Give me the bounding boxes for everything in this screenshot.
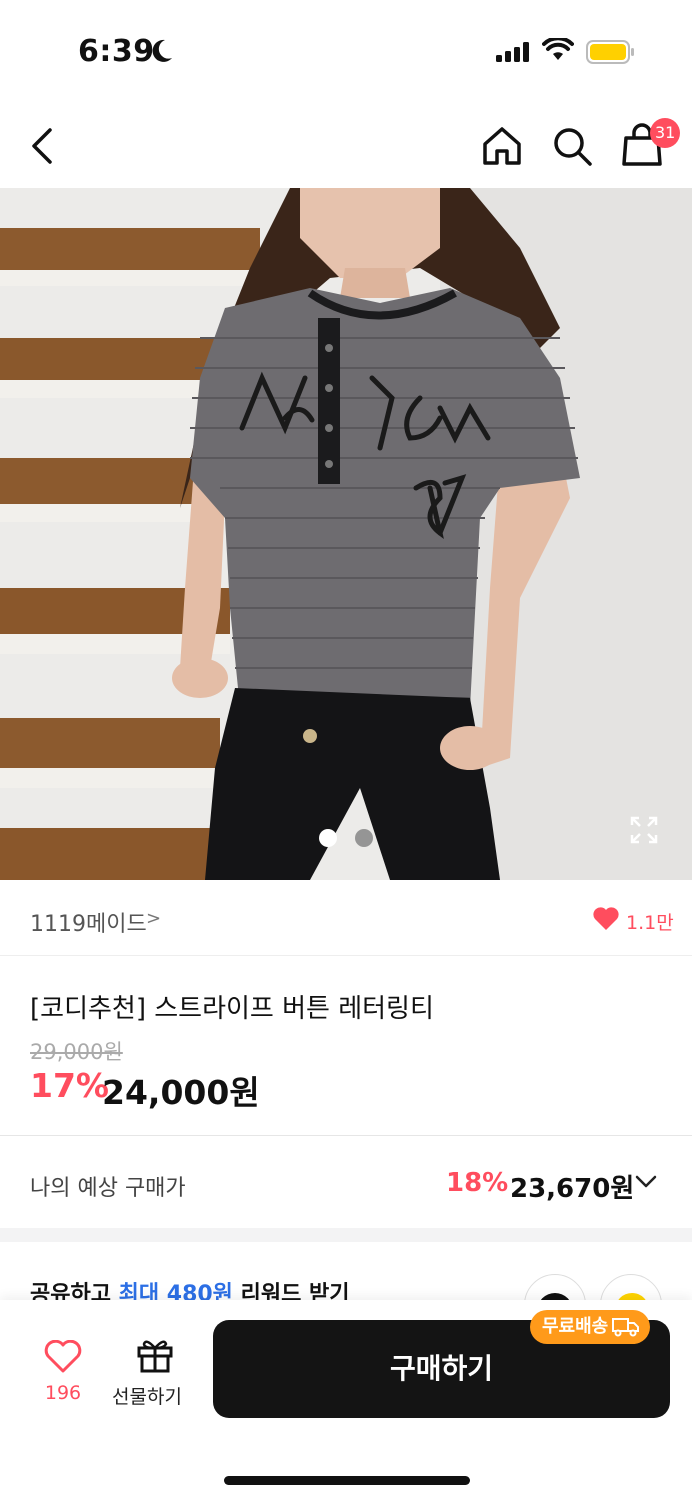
- product-photo: [0, 188, 692, 880]
- product-image-carousel[interactable]: [0, 188, 692, 880]
- gift-icon[interactable]: [136, 1336, 174, 1374]
- expected-price-row[interactable]: 나의 예상 구매가 18% 23,670원: [0, 1136, 692, 1228]
- product-info: [코디추천] 스트라이프 버튼 레터링티 29,000원 17% 24,000원: [0, 956, 692, 1136]
- expected-price-label: 나의 예상 구매가: [30, 1176, 186, 1201]
- heart-filled-icon[interactable]: [592, 906, 620, 932]
- home-icon[interactable]: [480, 124, 524, 168]
- bottom-purchase-bar: 196 선물하기 구매하기 무료배송: [0, 1300, 692, 1500]
- section-divider: [0, 1228, 692, 1242]
- heart-outline-icon[interactable]: [44, 1340, 82, 1374]
- expand-fullscreen-icon[interactable]: [628, 814, 660, 846]
- cart-count-badge: 31: [650, 118, 681, 148]
- status-bar: 6:39: [0, 0, 692, 100]
- expected-discount-rate: 18%: [446, 1168, 509, 1198]
- brand-row: 1119메이드 > 1.1만: [0, 880, 692, 956]
- wifi-icon: [542, 38, 574, 60]
- carousel-dot[interactable]: [355, 829, 373, 847]
- free-shipping-badge: 무료배송: [530, 1310, 651, 1344]
- wishlist-count: 196: [44, 1382, 82, 1404]
- home-indicator: [224, 1476, 470, 1485]
- status-time: 6:39: [78, 34, 155, 69]
- discount-rate: 17%: [30, 1066, 109, 1105]
- product-title: [코디추천] 스트라이프 버튼 레터링티: [30, 994, 434, 1024]
- top-navigation: 31: [0, 100, 692, 188]
- truck-icon: [612, 1318, 640, 1337]
- chevron-down-icon[interactable]: [634, 1174, 658, 1190]
- gift-button-label[interactable]: 선물하기: [112, 1382, 182, 1409]
- original-price: 29,000원: [30, 1040, 123, 1064]
- brand-arrow[interactable]: >: [146, 908, 161, 929]
- sale-price: 24,000원: [102, 1073, 260, 1112]
- back-arrow-icon[interactable]: [22, 124, 62, 168]
- brand-name-link[interactable]: 1119메이드: [30, 906, 147, 938]
- cellular-signal-icon: [496, 42, 529, 62]
- likes-count: 1.1만: [626, 912, 674, 934]
- free-shipping-label: 무료배송: [542, 1316, 609, 1337]
- moon-icon: [152, 39, 172, 62]
- expected-price: 23,670원: [510, 1174, 635, 1204]
- carousel-dot-active[interactable]: [319, 829, 337, 847]
- battery-icon: [586, 40, 634, 64]
- search-icon[interactable]: [550, 124, 594, 168]
